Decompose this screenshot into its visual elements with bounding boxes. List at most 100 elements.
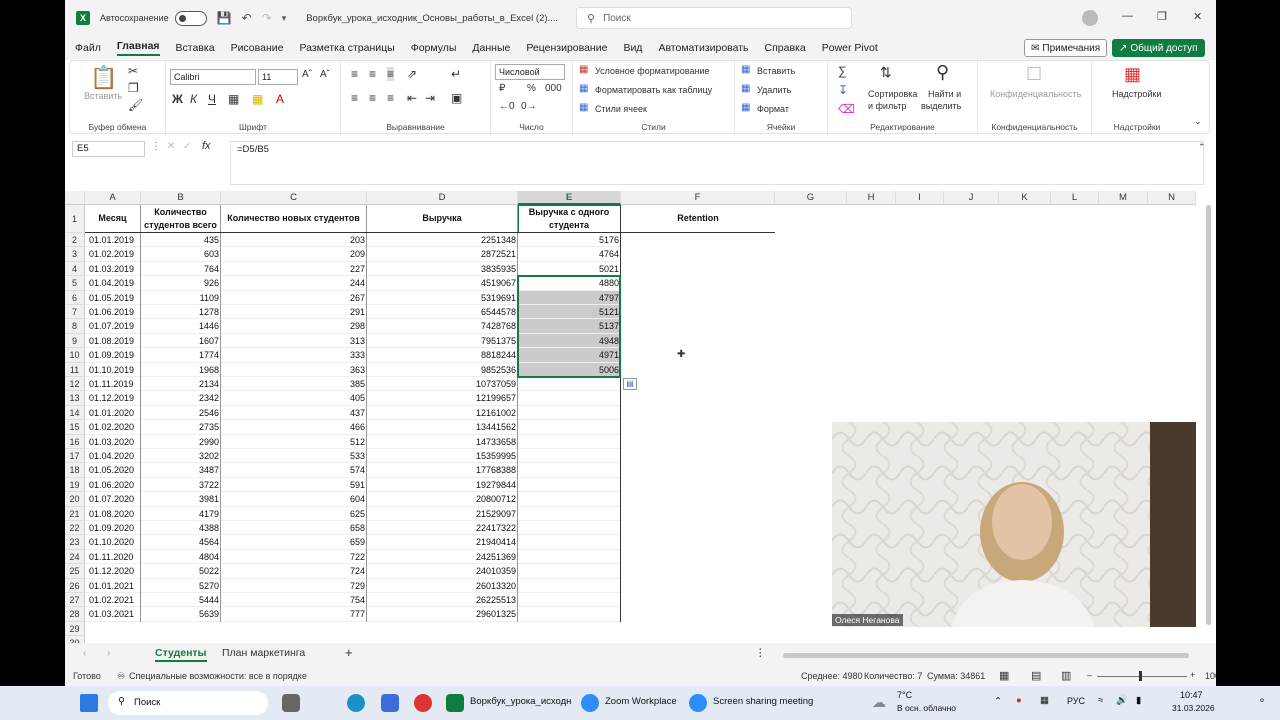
column-header-j[interactable]: J	[944, 191, 999, 205]
cell-e24[interactable]	[518, 550, 621, 565]
cell-b22[interactable]: 4388	[141, 521, 221, 536]
cell-d22[interactable]: 22417322	[367, 521, 518, 536]
column-header-c[interactable]: C	[221, 191, 367, 205]
horizontal-scrollbar[interactable]	[783, 653, 1189, 658]
cell-d7[interactable]: 6544578	[367, 305, 518, 320]
zoom-in-icon[interactable]: +	[1190, 670, 1195, 680]
weather-desc[interactable]: В осн. облачно	[897, 703, 956, 713]
find-select-label-2[interactable]: выделить	[921, 101, 961, 111]
increase-decimal-icon[interactable]: ←0	[499, 101, 515, 112]
cell-c20[interactable]: 604	[221, 492, 367, 507]
cell-d4[interactable]: 3835935	[367, 262, 518, 277]
cell-a12[interactable]: 01.11.2019	[85, 377, 141, 392]
cell-a8[interactable]: 01.07.2019	[85, 319, 141, 334]
cell-c19[interactable]: 591	[221, 478, 367, 493]
row-header-24[interactable]: 24	[65, 549, 85, 565]
cell-d15[interactable]: 13441562	[367, 420, 518, 435]
cell-styles-icon[interactable]: ▦	[579, 102, 588, 113]
cell-c10[interactable]: 333	[221, 348, 367, 363]
edge-icon[interactable]	[347, 694, 365, 712]
tab-help[interactable]: Справка	[765, 42, 806, 54]
row-header-13[interactable]: 13	[65, 391, 85, 406]
cell-d2[interactable]: 2251348	[367, 233, 518, 248]
cell-b25[interactable]: 5022	[141, 564, 221, 579]
align-middle-icon[interactable]: ≡	[369, 67, 376, 81]
save-icon[interactable]: 💾	[217, 11, 232, 25]
cell-d14[interactable]: 12161002	[367, 406, 518, 421]
align-top-icon[interactable]: ≡	[351, 67, 358, 81]
notifications-icon[interactable]: ⚬	[1258, 696, 1266, 707]
cell-b10[interactable]: 1774	[141, 348, 221, 363]
cell-e4[interactable]: 5021	[518, 262, 621, 277]
row-header-14[interactable]: 14	[65, 405, 85, 421]
currency-icon[interactable]: ₽	[499, 83, 505, 94]
wifi-icon[interactable]: ≈	[1098, 695, 1103, 706]
cell-c23[interactable]: 659	[221, 535, 367, 550]
language-indicator[interactable]: РУС	[1067, 696, 1085, 706]
fill-color-icon[interactable]: ▦	[252, 92, 263, 106]
format-painter-icon[interactable]: 🖌	[128, 98, 143, 112]
row-header-6[interactable]: 6	[65, 290, 85, 305]
cell-c2[interactable]: 203	[221, 233, 367, 248]
sort-filter-label-1[interactable]: Сортировка	[868, 89, 917, 99]
clear-icon[interactable]: ⌫	[838, 102, 855, 116]
copy-icon[interactable]: ❐	[128, 81, 139, 95]
cut-icon[interactable]: ✂	[128, 64, 138, 78]
decrease-decimal-icon[interactable]: 0→	[521, 101, 537, 112]
paste-icon[interactable]: 📋	[90, 65, 117, 91]
cell-b28[interactable]: 5639	[141, 607, 221, 622]
cell-d5[interactable]: 4519067	[367, 276, 518, 291]
delete-cells-button[interactable]: Удалить	[757, 85, 791, 95]
font-color-icon[interactable]: A	[276, 92, 284, 106]
grow-font-icon[interactable]: Aˆ	[302, 69, 312, 80]
cell-c24[interactable]: 722	[221, 550, 367, 565]
cell-d10[interactable]: 8818244	[367, 348, 518, 363]
cell-d18[interactable]: 17768388	[367, 463, 518, 478]
cell-a15[interactable]: 01.02.2020	[85, 420, 141, 435]
page-layout-view-icon[interactable]: ▤	[1031, 669, 1041, 682]
close-icon[interactable]: ✕	[1193, 10, 1202, 23]
select-all-corner[interactable]	[65, 191, 85, 205]
cell-d24[interactable]: 24251369	[367, 550, 518, 565]
quick-analysis-icon[interactable]: ▤	[623, 378, 637, 390]
tab-students[interactable]: Студенты	[155, 647, 207, 662]
cell-c9[interactable]: 313	[221, 334, 367, 349]
cell-a25[interactable]: 01.12.2020	[85, 564, 141, 579]
cell-c6[interactable]: 267	[221, 291, 367, 305]
align-left-icon[interactable]: ≡	[351, 91, 358, 105]
cell-d8[interactable]: 7428768	[367, 319, 518, 334]
insert-function-icon[interactable]: fx	[202, 140, 211, 152]
tab-power-pivot[interactable]: Power Pivot	[822, 42, 878, 54]
cell-a26[interactable]: 01.01.2021	[85, 579, 141, 593]
task-view-icon[interactable]	[282, 694, 300, 712]
cell-a21[interactable]: 01.08.2020	[85, 507, 141, 521]
cell-c17[interactable]: 533	[221, 449, 367, 464]
cell-e12[interactable]	[518, 377, 621, 392]
status-count[interactable]: Количество: 7	[864, 671, 922, 681]
yandex-icon[interactable]	[414, 694, 432, 712]
cell-d28[interactable]: 29601325	[367, 607, 518, 622]
row-header-20[interactable]: 20	[65, 492, 85, 507]
cell-e13[interactable]	[518, 391, 621, 406]
cell-c12[interactable]: 385	[221, 377, 367, 392]
cell-c11[interactable]: 363	[221, 363, 367, 377]
row-header-19[interactable]: 19	[65, 477, 85, 493]
cell-e20[interactable]	[518, 492, 621, 507]
conditional-format-button[interactable]: Условное форматирование	[595, 66, 710, 76]
shrink-font-icon[interactable]: Aˇ	[320, 69, 330, 80]
tab-file[interactable]: Файл	[75, 42, 101, 54]
add-sheet-button[interactable]: +	[345, 645, 353, 660]
normal-view-icon[interactable]: ▦	[999, 669, 1009, 682]
cell-a10[interactable]: 01.09.2019	[85, 348, 141, 363]
cell-d17[interactable]: 15359995	[367, 449, 518, 464]
cell-b9[interactable]: 1607	[141, 334, 221, 349]
cell-e14[interactable]	[518, 406, 621, 421]
cell-b27[interactable]: 5444	[141, 593, 221, 608]
find-select-icon[interactable]: ⚲	[936, 62, 949, 83]
zoom-workplace-icon[interactable]	[581, 694, 599, 712]
volume-icon[interactable]: 🔊	[1116, 695, 1128, 706]
cell-a20[interactable]: 01.07.2020	[85, 492, 141, 507]
taskbar-search[interactable]: ⚲ Поиск	[108, 691, 268, 715]
format-cells-button[interactable]: Формат	[757, 104, 789, 114]
merge-cells-icon[interactable]: ▣	[451, 91, 462, 105]
